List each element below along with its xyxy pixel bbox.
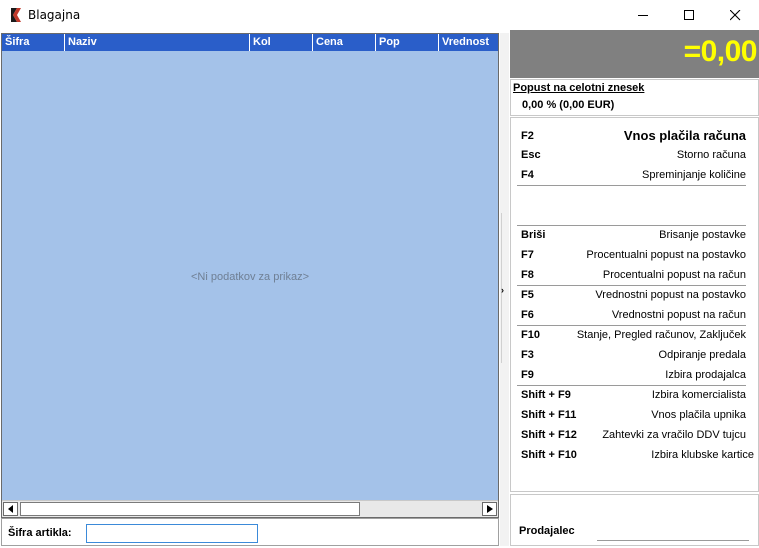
shortcut-desc: Vnos plačila računa <box>623 128 746 143</box>
panel-splitter[interactable]: › <box>500 33 509 546</box>
shortcut-desc: Zahtevki za vračilo DDV tujcu <box>602 429 746 441</box>
shortcut-desc: Izbira komercialista <box>651 389 746 401</box>
shortcut-row[interactable]: F9 Izbira prodajalca <box>517 365 746 385</box>
scroll-thumb[interactable] <box>20 502 360 516</box>
shortcut-row[interactable]: F4 Spreminjanje količine <box>517 165 746 185</box>
article-code-label: Šifra artikla: <box>8 527 72 539</box>
shortcuts-panel: F2 Vnos plačila računa Esc Storno računa… <box>510 117 759 492</box>
shortcut-row[interactable]: F2 Vnos plačila računa <box>517 126 746 146</box>
shortcut-key: Shift + F9 <box>521 389 571 401</box>
column-header-cena[interactable]: Cena <box>313 34 376 51</box>
column-header-pop[interactable]: Pop <box>376 34 439 51</box>
shortcut-desc: Vrednostni popust na postavko <box>595 289 746 301</box>
shortcut-desc: Vrednostni popust na račun <box>611 309 746 321</box>
seller-panel: Prodajalec <box>510 494 759 546</box>
minimize-icon <box>637 14 648 16</box>
shortcut-desc: Izbira klubske kartice <box>651 449 754 461</box>
window-title: Blagajna <box>28 8 81 22</box>
maximize-button[interactable] <box>666 0 712 30</box>
shortcut-desc: Izbira prodajalca <box>665 369 746 381</box>
shortcut-desc: Spreminjanje količine <box>642 169 746 181</box>
shortcut-desc: Procentualni popust na račun <box>602 269 746 281</box>
chevron-right-icon[interactable]: › <box>501 285 504 295</box>
shortcut-desc: Vnos plačila upnika <box>651 409 746 421</box>
discount-panel: Popust na celotni znesek 0,00 % (0,00 EU… <box>510 79 759 116</box>
shortcut-row[interactable]: Esc Storno računa <box>517 145 746 165</box>
shortcut-key: F6 <box>521 309 534 321</box>
shortcut-desc: Stanje, Pregled računov, Zaključek <box>576 329 746 341</box>
shortcut-key: F8 <box>521 269 534 281</box>
maximize-icon <box>683 9 694 20</box>
title-bar: Blagajna <box>0 0 759 30</box>
scroll-left-button[interactable] <box>3 502 18 516</box>
items-grid[interactable]: Šifra Naziv Kol Cena Pop Vrednost <Ni po… <box>1 33 499 518</box>
shortcut-key: F4 <box>521 169 534 181</box>
empty-grid-message: <Ni podatkov za prikaz> <box>190 271 309 283</box>
article-code-input[interactable] <box>86 524 258 543</box>
close-icon <box>729 9 740 20</box>
shortcut-row[interactable]: F8 Procentualni popust na račun <box>517 265 746 285</box>
shortcut-row[interactable]: F5 Vrednostni popust na postavko <box>517 285 746 305</box>
discount-title[interactable]: Popust na celotni znesek <box>513 82 644 94</box>
column-header-vrednost[interactable]: Vrednost <box>439 34 498 51</box>
column-header-naziv[interactable]: Naziv <box>65 34 250 51</box>
shortcut-key: Shift + F12 <box>521 429 577 441</box>
total-display: =0,00 <box>510 30 759 78</box>
shortcut-key: F10 <box>521 329 540 341</box>
shortcut-key: Shift + F10 <box>521 449 577 461</box>
shortcut-row[interactable]: Briši Brisanje postavke <box>517 225 746 245</box>
horizontal-scrollbar[interactable] <box>2 500 498 517</box>
shortcut-row[interactable]: Shift + F11 Vnos plačila upnika <box>517 405 746 425</box>
app-logo-icon <box>9 7 23 23</box>
seller-label: Prodajalec <box>519 525 575 537</box>
shortcut-row[interactable]: Shift + F9 Izbira komercialista <box>517 385 746 405</box>
shortcut-row[interactable]: Shift + F12 Zahtevki za vračilo DDV tujc… <box>517 425 746 445</box>
article-code-row: Šifra artikla: <box>1 518 499 546</box>
shortcut-desc: Brisanje postavke <box>659 229 746 241</box>
shortcut-key: Shift + F11 <box>521 409 577 421</box>
discount-value: 0,00 % (0,00 EUR) <box>522 99 615 111</box>
arrow-right-icon <box>486 505 493 513</box>
shortcut-row[interactable]: F10 Stanje, Pregled računov, Zaključek <box>517 325 746 345</box>
shortcut-key: F7 <box>521 249 534 261</box>
shortcut-desc: Odpiranje predala <box>658 349 746 361</box>
minimize-button[interactable] <box>620 0 666 30</box>
divider <box>517 185 746 186</box>
shortcut-key: F3 <box>521 349 534 361</box>
column-header-kol[interactable]: Kol <box>250 34 313 51</box>
shortcut-row[interactable]: F3 Odpiranje predala <box>517 345 746 365</box>
shortcut-row[interactable]: Shift + F10 Izbira klubske kartice <box>517 445 754 465</box>
shortcut-desc: Storno računa <box>676 149 746 161</box>
total-amount: =0,00 <box>683 35 758 68</box>
grid-header: Šifra Naziv Kol Cena Pop Vrednost <box>2 34 498 51</box>
shortcut-row[interactable]: F7 Procentualni popust na postavko <box>517 245 746 265</box>
shortcut-key: Esc <box>521 149 541 161</box>
close-button[interactable] <box>712 0 758 30</box>
scroll-right-button[interactable] <box>482 502 497 516</box>
shortcut-key: F2 <box>521 130 534 142</box>
shortcut-key: F9 <box>521 369 534 381</box>
seller-field[interactable] <box>597 540 749 541</box>
shortcut-row[interactable]: F6 Vrednostni popust na račun <box>517 305 746 325</box>
column-header-sifra[interactable]: Šifra <box>2 34 65 51</box>
shortcut-desc: Procentualni popust na postavko <box>586 249 746 261</box>
shortcut-key: F5 <box>521 289 534 301</box>
shortcut-key: Briši <box>521 229 546 241</box>
arrow-left-icon <box>7 505 13 513</box>
